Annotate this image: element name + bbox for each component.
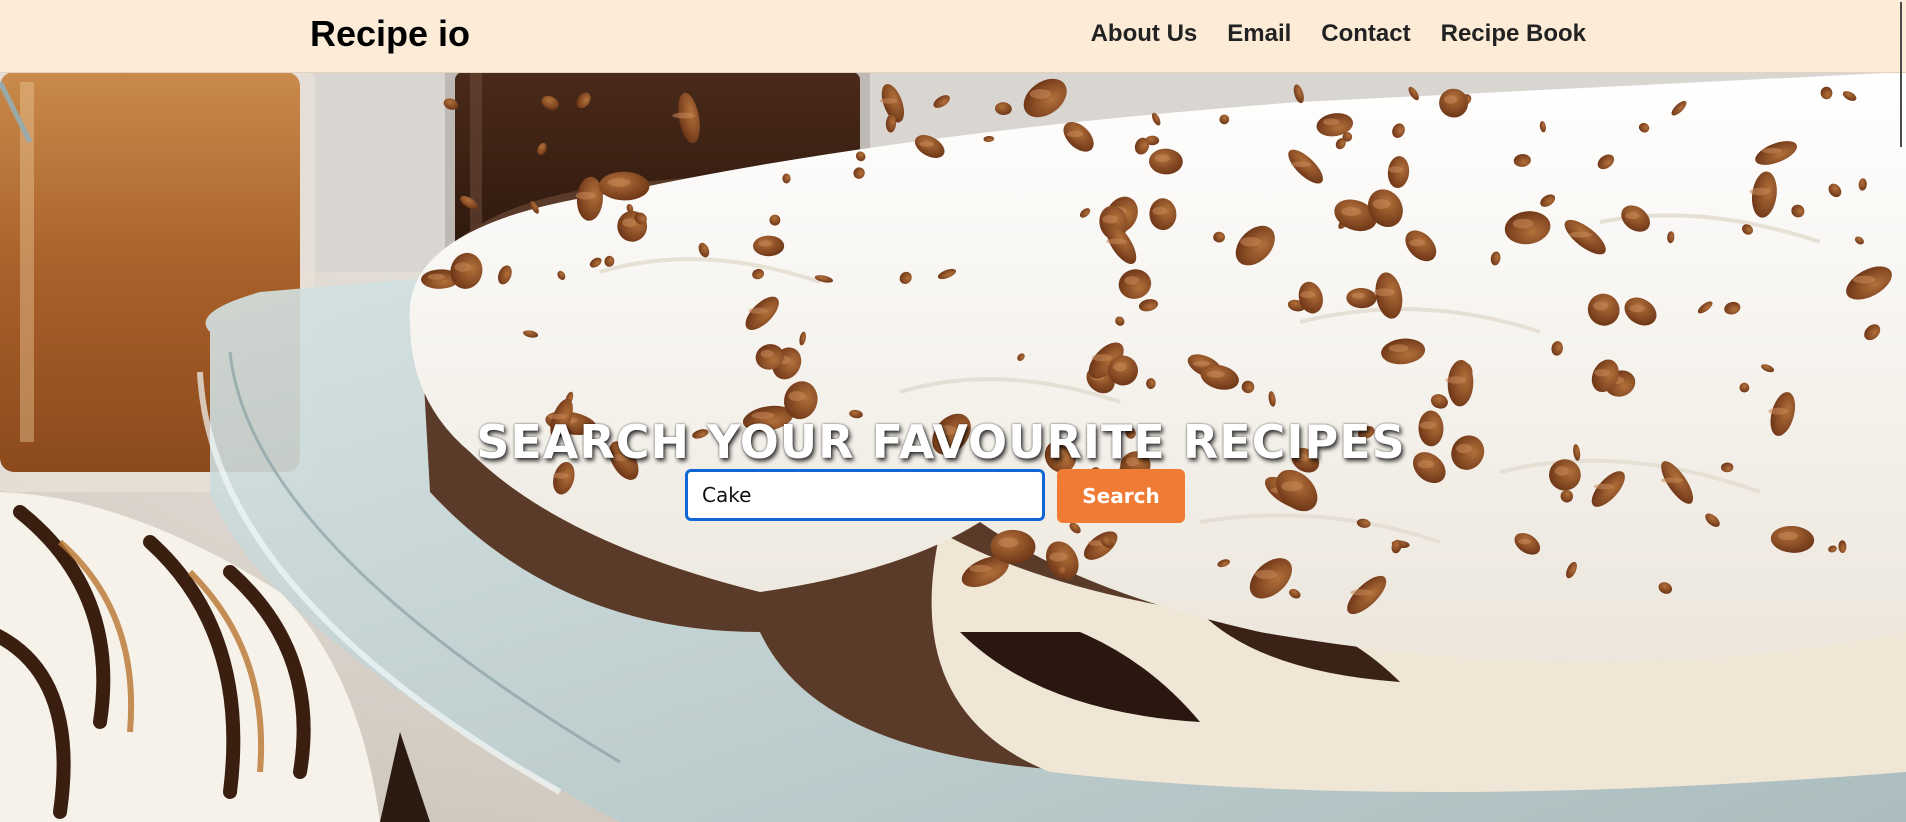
pecan-highlight <box>1594 368 1610 377</box>
pecan-highlight <box>1351 292 1366 299</box>
pecan-highlight <box>1341 207 1361 216</box>
navbar: Recipe io About Us Email Contact Recipe … <box>0 0 1906 73</box>
pecan-highlight <box>553 472 568 479</box>
pecan-highlight <box>1852 275 1876 284</box>
pecan-highlight <box>879 98 899 104</box>
pecan-highlight <box>427 273 446 280</box>
pecan-highlight <box>1444 95 1458 104</box>
pecan-highlight <box>672 112 696 119</box>
hero-title: SEARCH YOUR FAVOURITE RECIPES <box>476 414 1406 469</box>
pecan-highlight <box>1593 301 1608 311</box>
page: Recipe io About Us Email Contact Recipe … <box>0 0 1906 822</box>
search-input[interactable] <box>685 469 1045 521</box>
nav-recipe-book[interactable]: Recipe Book <box>1441 20 1586 48</box>
pecan-highlight <box>1029 89 1052 99</box>
pecan-highlight <box>1206 370 1225 378</box>
pecan-highlight <box>1152 206 1167 215</box>
pecan-highlight <box>998 537 1019 548</box>
pecan-highlight <box>1629 304 1645 313</box>
pecan-highlight <box>1322 118 1340 126</box>
pecan-highlight <box>1409 239 1426 247</box>
pecan-highlight <box>1113 362 1127 372</box>
nav-about-us[interactable]: About Us <box>1091 20 1198 48</box>
pecan-highlight <box>1281 481 1303 492</box>
pecan-highlight <box>1154 154 1171 163</box>
pecan-highlight <box>760 349 774 358</box>
pecan-highlight <box>1350 589 1373 596</box>
pecan-highlight <box>1240 237 1262 247</box>
pecan-highlight <box>1092 354 1112 362</box>
pecan-highlight <box>1445 376 1467 384</box>
pecan-highlight <box>1660 477 1684 483</box>
search-button[interactable]: Search <box>1057 469 1185 523</box>
scrollbar-thumb[interactable] <box>1900 2 1902 147</box>
pecan-highlight <box>1388 344 1409 353</box>
pecan-highlight <box>1512 218 1534 229</box>
pecan-highlight <box>454 262 471 272</box>
pecan-highlight <box>748 307 768 314</box>
brand-logo[interactable]: Recipe io <box>310 13 470 55</box>
pecan-highlight <box>1049 552 1068 562</box>
pecan-highlight <box>1625 212 1640 220</box>
nav-links: About Us Email Contact Recipe Book <box>1091 20 1586 48</box>
pecan-highlight <box>1193 360 1210 367</box>
pecan-highlight <box>1373 288 1395 297</box>
pecan-highlight <box>1761 147 1782 154</box>
pecan-highlight <box>758 240 773 247</box>
pecan-highlight <box>622 218 636 228</box>
pecan-highlight <box>1106 238 1127 245</box>
nav-contact[interactable]: Contact <box>1321 20 1410 48</box>
pecan-highlight <box>1768 407 1789 415</box>
hero-section: SEARCH YOUR FAVOURITE RECIPES Search <box>0 72 1906 822</box>
nav-email[interactable]: Email <box>1227 20 1291 48</box>
pecan-highlight <box>1066 130 1084 138</box>
pecan-highlight <box>1749 187 1771 196</box>
pecan-highlight <box>607 178 631 187</box>
pecan-highlight <box>969 564 992 573</box>
pecan-highlight <box>1254 569 1278 579</box>
search-form: Search <box>685 469 1185 523</box>
pecan-highlight <box>575 191 596 200</box>
pecan-highlight <box>919 141 934 147</box>
pecan-highlight <box>1593 483 1614 490</box>
pecan-highlight <box>1102 215 1118 224</box>
pecan-highlight <box>1300 291 1315 299</box>
pecan-highlight <box>1124 276 1139 285</box>
pecan-highlight <box>1291 161 1312 167</box>
pecan-highlight <box>1778 532 1798 540</box>
pecan-highlight <box>1372 199 1391 209</box>
pecan-highlight <box>1568 231 1592 238</box>
pecan-highlight <box>788 391 806 402</box>
pecan-highlight <box>1518 538 1531 545</box>
pecan-highlight <box>1388 166 1403 173</box>
